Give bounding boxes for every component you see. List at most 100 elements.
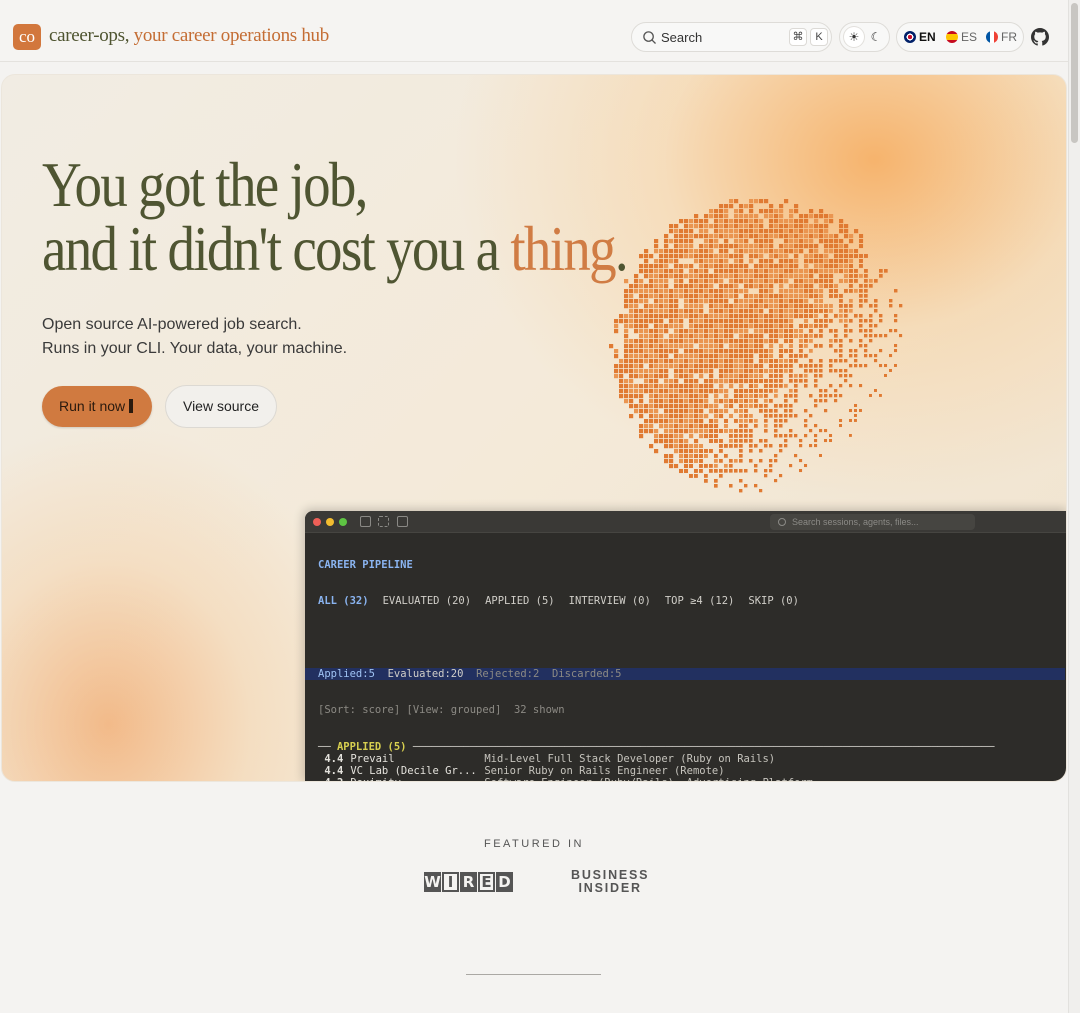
sphere-dot [644, 344, 649, 349]
view-source-button[interactable]: View source [165, 385, 277, 428]
pipeline-tab[interactable]: ALL (32) [318, 595, 369, 607]
pipeline-tab[interactable]: TOP ≥4 (12) [665, 595, 735, 607]
sphere-dot [739, 229, 744, 234]
pipeline-tab[interactable]: INTERVIEW (0) [569, 595, 651, 607]
sphere-dot [764, 324, 769, 329]
close-window-icon[interactable] [313, 518, 321, 526]
run-it-now-button[interactable]: Run it now [42, 386, 152, 427]
pipeline-row[interactable]: 4.2DoximitySoftware Engineer (Ruby/Rails… [318, 777, 1065, 781]
sphere-dot [784, 384, 788, 388]
branch-icon[interactable] [378, 516, 389, 527]
sphere-dot [684, 314, 689, 319]
sphere-dot [684, 264, 689, 269]
sphere-dot [779, 334, 784, 339]
sphere-dot [669, 379, 674, 384]
sphere-dot [694, 334, 699, 339]
sphere-dot [779, 384, 783, 388]
sphere-dot [819, 294, 824, 299]
sphere-dot [684, 309, 689, 314]
logo-badge[interactable]: co [13, 24, 41, 50]
sphere-dot [704, 379, 709, 384]
sphere-dot [724, 324, 729, 329]
sphere-dot [839, 384, 843, 388]
sphere-dot [689, 224, 694, 229]
sphere-dot [634, 404, 639, 409]
sphere-dot [734, 304, 739, 309]
sphere-dot [744, 234, 749, 239]
sphere-dot [799, 294, 804, 299]
sphere-dot [689, 354, 694, 359]
wired-logo[interactable]: WIRED [424, 872, 514, 892]
sphere-dot [744, 349, 749, 354]
sphere-dot [744, 289, 749, 294]
lang-en[interactable]: EN [904, 30, 936, 44]
sphere-dot [689, 319, 694, 324]
sphere-dot [834, 264, 839, 269]
sphere-dot [664, 324, 669, 329]
sphere-dot [714, 229, 719, 234]
sphere-dot [839, 259, 844, 264]
sphere-dot [749, 319, 754, 324]
sphere-dot [664, 274, 669, 279]
pipeline-tab[interactable]: EVALUATED (20) [383, 595, 472, 607]
maximize-window-icon[interactable] [339, 518, 347, 526]
github-icon[interactable] [1031, 28, 1049, 46]
lang-fr[interactable]: FR [986, 30, 1017, 44]
lang-es[interactable]: ES [946, 30, 977, 44]
sphere-dot [639, 369, 644, 374]
terminal-search-input[interactable]: Search sessions, agents, files... [770, 514, 975, 530]
sphere-dot [684, 349, 689, 354]
grid-icon[interactable] [397, 516, 408, 527]
pipeline-row[interactable]: 4.4 Prevail Mid-Level Full Stack Developer… [318, 753, 1065, 765]
sphere-dot [779, 404, 783, 408]
sphere-dot [649, 289, 654, 294]
minimize-window-icon[interactable] [326, 518, 334, 526]
pipeline-tab[interactable]: APPLIED (5) [485, 595, 555, 607]
scrollbar-thumb[interactable] [1071, 3, 1078, 143]
sphere-dot [744, 414, 748, 418]
sphere-dot [679, 404, 684, 409]
sphere-dot [674, 404, 679, 409]
sphere-dot [704, 464, 708, 468]
sphere-dot [794, 289, 799, 294]
sphere-dot [684, 254, 689, 259]
sphere-dot [814, 294, 819, 299]
sphere-dot [734, 269, 739, 274]
search-button[interactable]: Search ⌘ K [631, 22, 832, 52]
page-scrollbar[interactable] [1068, 0, 1080, 1013]
sphere-dot [744, 264, 749, 269]
sphere-dot [789, 334, 794, 339]
sphere-dot [739, 274, 744, 279]
sphere-dot [699, 409, 704, 414]
sphere-dot [774, 224, 779, 229]
sphere-dot [654, 414, 659, 419]
sphere-dot [824, 389, 828, 393]
sphere-dot [849, 349, 853, 353]
sphere-dot [639, 354, 644, 359]
sphere-dot [704, 369, 709, 374]
sphere-dot [784, 229, 789, 234]
sphere-dot [749, 389, 753, 393]
sphere-dot [839, 304, 843, 308]
sphere-dot [744, 304, 749, 309]
sphere-dot [754, 484, 758, 488]
sun-icon[interactable]: ☀ [844, 27, 864, 47]
sphere-dot [779, 234, 784, 239]
pipeline-row[interactable]: 4.4 VC Lab (Decile Gr... Senior Ruby on Ra… [318, 765, 1065, 777]
sphere-dot [784, 364, 788, 368]
sidebar-toggle-icon[interactable] [360, 516, 371, 527]
sphere-dot [849, 329, 853, 333]
sphere-dot [839, 254, 844, 259]
pipeline-tab[interactable]: SKIP (0) [748, 595, 799, 607]
business-insider-logo[interactable]: BUSINESS INSIDER [571, 869, 649, 894]
sphere-dot [654, 359, 659, 364]
brand-link[interactable]: career-ops, your career operations hub [49, 25, 329, 47]
sphere-dot [724, 234, 729, 239]
moon-icon[interactable]: ☾ [866, 27, 886, 47]
sphere-dot [669, 459, 674, 464]
site-header: co career-ops, your career operations hu… [0, 0, 1068, 62]
sphere-dot [764, 279, 769, 284]
sphere-dot [714, 224, 719, 229]
sphere-dot [799, 329, 803, 333]
sphere-dot [684, 239, 689, 244]
